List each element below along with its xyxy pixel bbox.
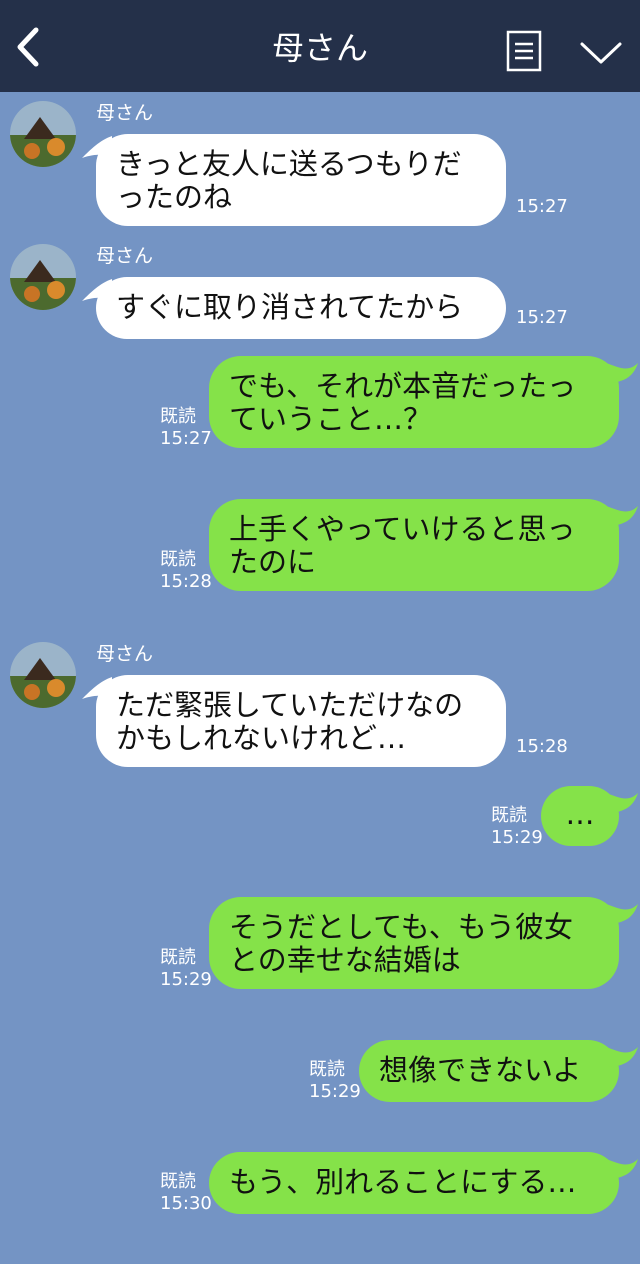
message-time: 15:27	[516, 307, 568, 328]
message-line: でも、それが本音だったっ	[229, 369, 577, 403]
message-line: そうだとしても、もう彼女	[229, 910, 573, 944]
chat-header: 母さん	[0, 0, 640, 92]
chat-title: 母さん	[271, 29, 368, 67]
read-receipt: 既読 15:29	[491, 805, 543, 849]
avatar[interactable]	[10, 244, 76, 310]
avatar-photo-icon	[10, 642, 76, 708]
message-line: もう、別れることにする…	[229, 1165, 577, 1199]
read-label: 既読	[160, 406, 196, 427]
read-receipt: 既読 15:28	[160, 549, 212, 593]
sender-name: 母さん	[96, 643, 154, 665]
message-line: ていうこと…？	[229, 402, 433, 436]
avatar-photo-icon	[10, 244, 76, 310]
message-time: 15:30	[160, 1193, 212, 1214]
message-bubble[interactable]: もう、別れることにする…	[209, 1152, 619, 1214]
message-bubble[interactable]: でも、それが本音だったっ ていうこと…？	[209, 356, 619, 448]
message-bubble[interactable]: すぐに取り消されてたから	[96, 277, 506, 339]
bubble-tail	[606, 363, 638, 383]
message-line: すぐに取り消されてたから	[116, 290, 464, 324]
message-line: 上手くやっていけると思っ	[229, 512, 576, 546]
sender-name: 母さん	[96, 102, 154, 124]
sender-name: 母さん	[96, 245, 154, 267]
message-line: ったのね	[116, 180, 233, 214]
read-label: 既読	[160, 549, 196, 570]
bubble-tail	[606, 1159, 638, 1179]
message-time: 15:27	[160, 428, 212, 449]
read-receipt: 既読 15:29	[309, 1059, 361, 1103]
message-bubble[interactable]: そうだとしても、もう彼女 との幸せな結婚は	[209, 897, 619, 989]
read-receipt: 既読 15:29	[160, 947, 212, 991]
options-dropdown-button[interactable]	[578, 36, 624, 68]
message-line: たのに	[229, 545, 317, 579]
read-label: 既読	[160, 947, 196, 968]
menu-icon	[506, 30, 542, 72]
avatar[interactable]	[10, 101, 76, 167]
read-receipt: 既読 15:30	[160, 1171, 212, 1215]
message-bubble[interactable]: きっと友人に送るつもりだ ったのね	[96, 134, 506, 226]
message-bubble[interactable]: 上手くやっていけると思っ たのに	[209, 499, 619, 591]
message-line: ただ緊張していただけなの	[116, 688, 464, 722]
message-line: きっと友人に送るつもりだ	[116, 147, 462, 181]
message-bubble[interactable]: ただ緊張していただけなの かもしれないけれど…	[96, 675, 506, 767]
avatar[interactable]	[10, 642, 76, 708]
message-line: かもしれないけれど…	[116, 721, 407, 755]
read-label: 既読	[491, 805, 527, 826]
menu-button[interactable]	[506, 30, 542, 72]
message-time: 15:29	[309, 1081, 361, 1102]
message-line: との幸せな結婚は	[229, 943, 461, 977]
bubble-tail	[606, 904, 638, 924]
message-time: 15:28	[516, 736, 568, 757]
message-time: 15:27	[516, 196, 568, 217]
bubble-tail	[606, 506, 638, 526]
message-time: 15:28	[160, 571, 212, 592]
read-label: 既読	[160, 1171, 196, 1192]
bubble-tail	[606, 793, 638, 813]
avatar-photo-icon	[10, 101, 76, 167]
bubble-tail	[606, 1047, 638, 1067]
message-bubble[interactable]: 想像できないよ	[359, 1040, 619, 1102]
read-receipt: 既読 15:27	[160, 406, 212, 450]
chevron-down-icon	[580, 42, 622, 64]
message-line: 想像できないよ	[379, 1053, 582, 1087]
message-time: 15:29	[160, 969, 212, 990]
message-time: 15:29	[491, 827, 543, 848]
read-label: 既読	[309, 1059, 345, 1080]
